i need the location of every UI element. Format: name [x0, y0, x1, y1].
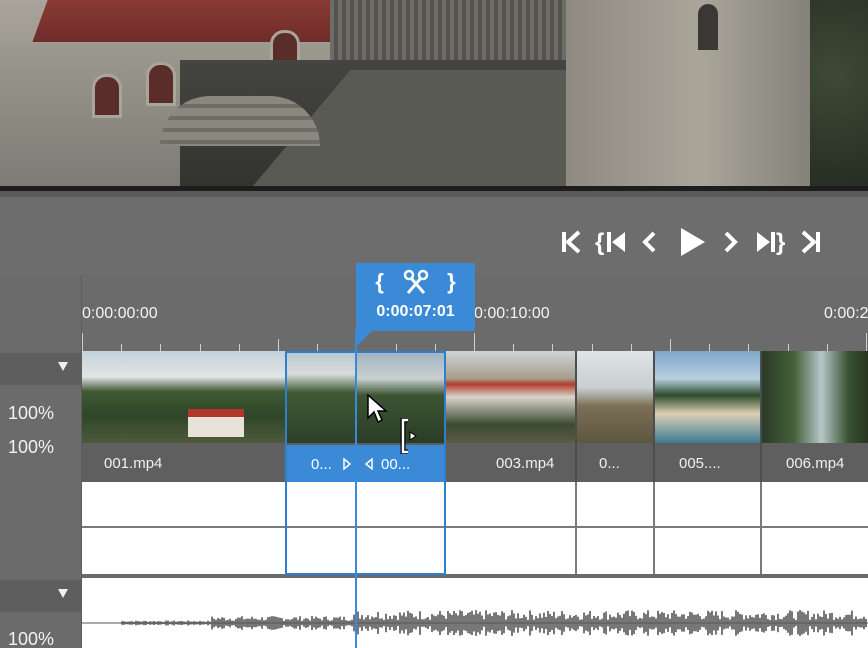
playhead-handle[interactable]: { } 0:00:07:01 [356, 263, 475, 331]
play-button[interactable] [676, 227, 708, 257]
clip-label: 005.... [679, 455, 721, 472]
chevron-left-icon [642, 231, 656, 253]
clip-label: 006.mp4 [786, 455, 845, 472]
svg-text:}: } [776, 229, 785, 255]
go-to-start-button[interactable] [558, 227, 584, 257]
ruler-tick [670, 339, 671, 351]
preview-window [146, 62, 176, 106]
clip-thumbnail [762, 351, 868, 443]
audio-volume-value[interactable]: 100% [8, 629, 54, 648]
clip-label: 003.mp4 [496, 455, 555, 472]
scissors-icon[interactable] [403, 269, 429, 295]
previous-frame-button[interactable] [638, 227, 660, 257]
trim-right-icon[interactable] [343, 458, 351, 470]
preview-steps [160, 96, 320, 146]
preview-window [92, 74, 122, 118]
empty-video-tracks[interactable] [82, 482, 868, 574]
audio-waveform [82, 610, 868, 636]
next-marker-button[interactable]: } [754, 227, 788, 257]
mouse-pointer-icon [367, 394, 388, 424]
playhead-tools: { } [356, 267, 475, 297]
clip-006[interactable]: 006.mp4 [760, 351, 868, 482]
ruler-tick [552, 344, 554, 351]
ruler-tick [591, 344, 593, 351]
clip-boundary [653, 482, 655, 574]
playhead-line[interactable] [355, 330, 357, 648]
ruler-tick [709, 344, 711, 351]
clip-boundary [760, 482, 762, 574]
collapse-arrow-icon[interactable] [58, 589, 68, 598]
ruler-tick [121, 344, 123, 351]
chevron-right-icon [724, 231, 738, 253]
ruler-tick [238, 344, 240, 351]
ruler-tick [787, 344, 789, 351]
svg-text:{: { [595, 229, 604, 255]
mark-out-button[interactable]: } [447, 269, 456, 295]
ruler-tick [160, 344, 162, 351]
video-track-header[interactable] [0, 353, 82, 385]
ruler-label: 0:00:10:00 [474, 305, 550, 322]
ruler-tick [395, 344, 397, 351]
video-volume-value[interactable]: 100% [8, 437, 54, 458]
go-to-end-button[interactable] [798, 227, 824, 257]
clip-005[interactable]: 005.... [653, 351, 760, 482]
ruler-tick [630, 344, 632, 351]
clip-001[interactable]: 001.mp4 [82, 351, 285, 482]
ruler-label: 0:00:00:00 [82, 305, 158, 322]
preview-tower-window [698, 4, 718, 50]
next-marker-icon: } [757, 229, 785, 255]
skip-end-icon [801, 230, 820, 254]
audio-track-header[interactable] [0, 580, 82, 612]
clip-thumbnail [285, 351, 357, 443]
track-headers: 100% 100% 100% [0, 275, 82, 648]
video-opacity-value[interactable]: 100% [8, 403, 54, 424]
audio-track[interactable] [82, 578, 868, 648]
playhead-time: 0:00:07:01 [376, 303, 455, 320]
clip-label: 001.mp4 [104, 455, 163, 472]
clip-label-selected-right: 00... [381, 456, 411, 473]
clip-label: 0... [599, 455, 620, 472]
ruler-tick [866, 333, 867, 351]
skip-start-icon [562, 230, 581, 254]
preview-trees [810, 0, 868, 186]
video-editor: { } 100% 100% 100% 0:00:00:00 0:00:10:00… [0, 0, 868, 648]
video-track[interactable]: 001.mp4 0... 00... 003.mp4 0... 005.... … [82, 351, 868, 482]
playhead-pointer [355, 330, 373, 348]
ruler-tick [748, 344, 750, 351]
clip-label-selected-left: 0... [311, 456, 332, 473]
previous-marker-icon: { [595, 229, 625, 255]
ruler-tick [278, 339, 279, 351]
selected-clip-label-bar[interactable]: 0... 00... [285, 445, 446, 482]
ruler-tick [317, 344, 319, 351]
ruler-tick [434, 344, 436, 351]
ruler-tick [513, 344, 515, 351]
clip-thumbnail [577, 351, 653, 443]
clip-003[interactable]: 003.mp4 [446, 351, 575, 482]
track-separator [82, 526, 868, 528]
clip-boundary [575, 482, 577, 574]
ruler-tick [199, 344, 201, 351]
timeline-ruler[interactable]: 0:00:00:00 0:00:10:00 0:00:2 [82, 275, 868, 351]
ruler-tick [82, 333, 83, 351]
trim-left-icon[interactable] [365, 458, 373, 470]
video-preview[interactable] [0, 0, 868, 186]
preview-roof [32, 0, 348, 42]
mark-in-button[interactable]: { [375, 269, 384, 295]
ruler-label: 0:00:2 [824, 305, 868, 322]
next-frame-button[interactable] [720, 227, 742, 257]
clip-004[interactable]: 0... [575, 351, 653, 482]
play-icon [681, 228, 705, 256]
ruler-tick [826, 344, 828, 351]
clip-thumbnail [655, 351, 760, 443]
trim-cursor-icon [400, 418, 417, 454]
previous-marker-button[interactable]: { [594, 227, 628, 257]
clip-thumbnail [82, 351, 285, 443]
ruler-tick [474, 333, 475, 351]
clip-thumbnail [446, 351, 575, 443]
collapse-arrow-icon[interactable] [58, 362, 68, 371]
